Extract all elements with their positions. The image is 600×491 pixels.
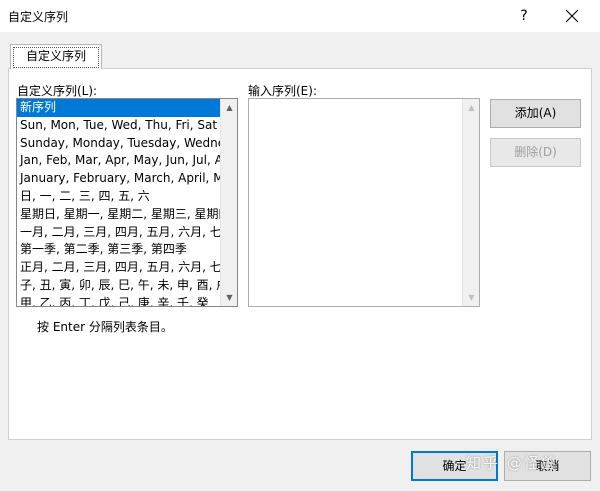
custom-lists-scrollbar[interactable]: ▲ ▼ — [220, 99, 237, 306]
list-item[interactable]: 甲, 乙, 丙, 丁, 戊, 己, 庚, 辛, 壬, 癸 — [17, 295, 220, 306]
close-icon[interactable] — [560, 4, 584, 28]
list-item[interactable]: 日, 一, 二, 三, 四, 五, 六 — [17, 188, 220, 206]
scroll-down-icon[interactable]: ▼ — [221, 289, 237, 306]
list-item[interactable]: 一月, 二月, 三月, 四月, 五月, 六月, 七月 — [17, 224, 220, 242]
list-entries-label: 输入序列(E): — [248, 84, 317, 98]
list-item[interactable]: 正月, 二月, 三月, 四月, 五月, 六月, 七月 — [17, 259, 220, 277]
add-button[interactable]: 添加(A) — [490, 99, 581, 128]
delete-button[interactable]: 删除(D) — [490, 138, 581, 167]
list-item[interactable]: 第一季, 第二季, 第三季, 第四季 — [17, 241, 220, 259]
tab-custom-lists[interactable]: 自定义序列 — [10, 44, 102, 69]
list-item[interactable]: Jan, Feb, Mar, Apr, May, Jun, Jul, Aug — [17, 152, 220, 170]
custom-lists-label: 自定义序列(L): — [17, 84, 98, 98]
scroll-up-icon[interactable]: ▲ — [221, 99, 237, 116]
custom-lists-items: 新序列 Sun, Mon, Tue, Wed, Thu, Fri, Sat Sund… — [17, 99, 237, 306]
help-button[interactable]: ? — [512, 4, 536, 28]
window-title: 自定义序列 — [8, 10, 69, 24]
list-item[interactable]: 子, 丑, 寅, 卯, 辰, 巳, 午, 未, 申, 酉, 戌 — [17, 277, 220, 295]
hint-text: 按 Enter 分隔列表条目。 — [37, 320, 173, 334]
list-entries-scrollbar[interactable]: ▲ ▼ — [462, 99, 479, 306]
list-item[interactable]: Sun, Mon, Tue, Wed, Thu, Fri, Sat — [17, 117, 220, 135]
watermark: 知乎 @怪兽 — [466, 454, 558, 472]
scroll-up-icon[interactable]: ▲ — [463, 99, 480, 116]
list-item[interactable]: 星期日, 星期一, 星期二, 星期三, 星期四 — [17, 206, 220, 224]
list-item[interactable]: Sunday, Monday, Tuesday, Wednesday — [17, 135, 220, 153]
scroll-down-icon[interactable]: ▼ — [463, 289, 480, 306]
list-item[interactable]: January, February, March, April, May — [17, 170, 220, 188]
tab-label: 自定义序列 — [25, 49, 86, 63]
custom-lists-listbox[interactable]: 新序列 Sun, Mon, Tue, Wed, Thu, Fri, Sat Sund… — [16, 98, 238, 307]
list-entries-textarea[interactable]: ▲ ▼ — [248, 98, 480, 307]
title-bar: 自定义序列 ? — [0, 0, 600, 32]
list-item[interactable]: 新序列 — [17, 99, 220, 117]
